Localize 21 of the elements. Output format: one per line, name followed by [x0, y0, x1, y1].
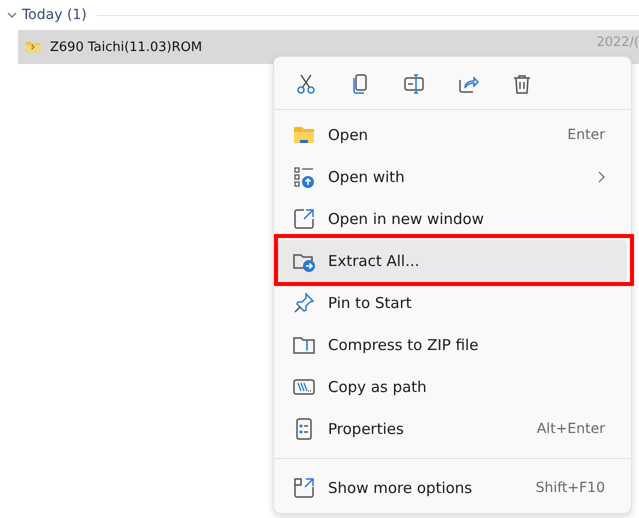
shortcut-label: Alt+Enter: [536, 421, 605, 437]
shortcut-label: Enter: [567, 127, 605, 143]
menu-item[interactable]: Open with: [278, 156, 627, 198]
menu-item[interactable]: Pin to Start: [278, 282, 627, 324]
group-header[interactable]: Today (1): [22, 7, 87, 23]
menu-item[interactable]: Open Enter: [278, 114, 627, 156]
pin-icon: [292, 291, 316, 315]
new-window-icon: [292, 207, 316, 231]
rename-icon: [402, 72, 426, 96]
menu-item[interactable]: Copy as path: [278, 366, 627, 408]
menu-item[interactable]: Show more options Shift+F10: [278, 467, 627, 509]
menu-item[interactable]: Open in new window: [278, 198, 627, 240]
file-name: Z690 Taichi(11.03)ROM: [50, 40, 202, 54]
expand-icon: [292, 476, 316, 500]
shortcut-label: Shift+F10: [536, 480, 605, 496]
menu-item[interactable]: Compress to ZIP file: [278, 324, 627, 366]
menu-item[interactable]: Properties Alt+Enter: [278, 408, 627, 450]
menu-item[interactable]: Extract All...: [278, 240, 627, 282]
chevron-right-icon: [597, 171, 605, 183]
file-date: 2022/(: [596, 35, 639, 50]
open-with-icon: [292, 165, 316, 189]
